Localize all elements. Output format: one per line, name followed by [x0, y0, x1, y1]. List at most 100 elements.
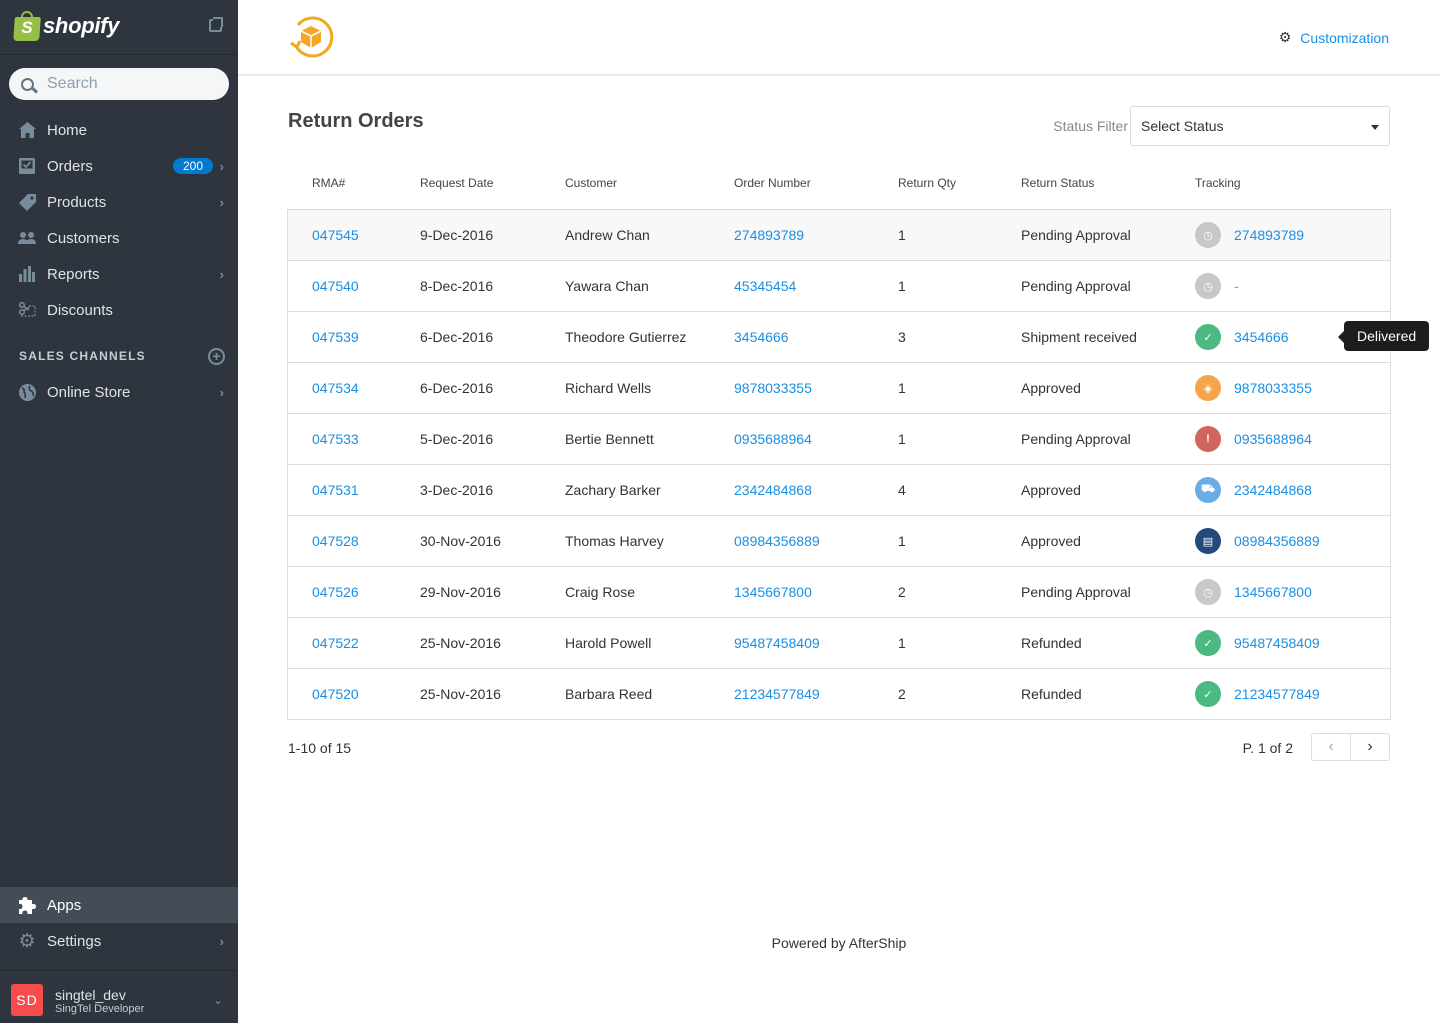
- customization-link[interactable]: ⚙ Customization: [1279, 29, 1389, 46]
- globe-icon: [18, 383, 36, 401]
- table-row[interactable]: 047531 3-Dec-2016 Zachary Barker 2342484868…: [288, 464, 1390, 515]
- return-status: Pending Approval: [1021, 584, 1131, 600]
- tracking-status-badge[interactable]: ◷: [1195, 273, 1221, 299]
- sidebar-item-discounts[interactable]: Discounts: [0, 292, 238, 328]
- rma-link[interactable]: 047545: [312, 227, 359, 243]
- rma-link[interactable]: 047540: [312, 278, 359, 294]
- request-date: 29-Nov-2016: [420, 584, 501, 600]
- return-status: Shipment received: [1021, 329, 1137, 345]
- sidebar-item-products[interactable]: Products ›: [0, 184, 238, 220]
- chevron-down-icon: ⌄: [212, 993, 223, 1007]
- tracking-number-link[interactable]: 274893789: [1234, 227, 1304, 243]
- rma-link[interactable]: 047522: [312, 635, 359, 651]
- chevron-left-icon: ‹: [1328, 738, 1334, 755]
- customer-name: Harold Powell: [565, 635, 652, 651]
- column-header-return-qty[interactable]: Return Qty: [898, 176, 956, 190]
- sidebar-item-label: Reports: [47, 265, 100, 283]
- previous-page-button[interactable]: ‹: [1312, 734, 1351, 760]
- order-number-link[interactable]: 3454666: [734, 329, 789, 345]
- table-row[interactable]: 047522 25-Nov-2016 Harold Powell 9548745840…: [288, 617, 1390, 668]
- order-number-link[interactable]: 274893789: [734, 227, 804, 243]
- order-number-link[interactable]: 08984356889: [734, 533, 820, 549]
- order-number-link[interactable]: 0935688964: [734, 431, 812, 447]
- customer-name: Barbara Reed: [565, 686, 653, 702]
- order-number-link[interactable]: 1345667800: [734, 584, 812, 600]
- tracking-status-badge[interactable]: ✓: [1195, 681, 1221, 707]
- customer-name: Theodore Gutierrez: [565, 329, 687, 345]
- rma-link[interactable]: 047531: [312, 482, 359, 498]
- tracking-number-link[interactable]: 08984356889: [1234, 533, 1320, 549]
- column-header-return-status[interactable]: Return Status: [1021, 176, 1094, 190]
- column-header-tracking[interactable]: Tracking: [1195, 176, 1241, 190]
- customers-icon: [18, 229, 36, 247]
- tracking-status-badge[interactable]: ◷: [1195, 579, 1221, 605]
- order-number-link[interactable]: 9878033355: [734, 380, 812, 396]
- sidebar-item-orders[interactable]: Orders 200 ›: [0, 148, 238, 184]
- chevron-right-icon: ›: [219, 194, 224, 210]
- sidebar-item-apps[interactable]: Apps: [0, 887, 238, 923]
- return-qty: 2: [898, 584, 906, 600]
- tracking-number-link[interactable]: 9878033355: [1234, 380, 1312, 396]
- column-header-rma[interactable]: RMA#: [312, 176, 345, 190]
- tracking-number-link[interactable]: 95487458409: [1234, 635, 1320, 651]
- bar-chart-icon: [18, 265, 36, 283]
- sidebar-item-online-store[interactable]: Online Store ›: [0, 374, 238, 410]
- table-row[interactable]: 047526 29-Nov-2016 Craig Rose 1345667800 2 Pe…: [288, 566, 1390, 617]
- rma-link[interactable]: 047534: [312, 380, 359, 396]
- search-input[interactable]: [47, 75, 207, 93]
- search-bar[interactable]: [9, 68, 229, 100]
- return-status: Approved: [1021, 533, 1081, 549]
- table-row[interactable]: 047545 9-Dec-2016 Andrew Chan 274893789 1 Pen…: [288, 210, 1390, 260]
- table-row[interactable]: 047534 6-Dec-2016 Richard Wells 9878033355 1…: [288, 362, 1390, 413]
- column-header-customer[interactable]: Customer: [565, 176, 617, 190]
- rma-link[interactable]: 047539: [312, 329, 359, 345]
- order-number-link[interactable]: 21234577849: [734, 686, 820, 702]
- table-row[interactable]: 047528 30-Nov-2016 Thomas Harvey 0898435688…: [288, 515, 1390, 566]
- aftership-returns-logo[interactable]: [288, 15, 334, 61]
- table-row[interactable]: 047540 8-Dec-2016 Yawara Chan 45345454 1 Pend…: [288, 260, 1390, 311]
- sidebar-item-home[interactable]: Home: [0, 112, 238, 148]
- order-number-link[interactable]: 95487458409: [734, 635, 820, 651]
- column-header-order-number[interactable]: Order Number: [734, 176, 811, 190]
- table-row[interactable]: 047539 6-Dec-2016 Theodore Gutierrez 345466…: [288, 311, 1390, 362]
- sidebar-item-label: Settings: [47, 932, 102, 950]
- tracking-status-badge[interactable]: ◈: [1195, 375, 1221, 401]
- rma-link[interactable]: 047520: [312, 686, 359, 702]
- status-filter-select[interactable]: Select Status: [1130, 106, 1390, 146]
- customer-name: Andrew Chan: [565, 227, 650, 243]
- order-number-link[interactable]: 2342484868: [734, 482, 812, 498]
- tracking-number-link[interactable]: 2342484868: [1234, 482, 1312, 498]
- table-row[interactable]: 047533 5-Dec-2016 Bertie Bennett 0935688964…: [288, 413, 1390, 464]
- tracking-number-link[interactable]: 3454666: [1234, 329, 1289, 345]
- order-number-link[interactable]: 45345454: [734, 278, 796, 294]
- tracking-status-badge[interactable]: ▤: [1195, 528, 1221, 554]
- tracking-status-badge[interactable]: ✓: [1195, 630, 1221, 656]
- tracking-status-badge[interactable]: ✓: [1195, 324, 1221, 350]
- chevron-right-icon: ›: [219, 933, 224, 949]
- tracking-status-badge[interactable]: ⛟: [1195, 477, 1221, 503]
- sidebar-item-settings[interactable]: ⚙ Settings ›: [0, 923, 238, 959]
- sidebar-item-customers[interactable]: Customers: [0, 220, 238, 256]
- tracking-status-badge[interactable]: ◷: [1195, 222, 1221, 248]
- caret-down-icon: [1371, 125, 1379, 130]
- user-account[interactable]: SD singtel_dev SingTel Developer ⌄: [0, 970, 238, 1023]
- next-page-button[interactable]: ›: [1351, 734, 1389, 760]
- column-header-request-date[interactable]: Request Date: [420, 176, 493, 190]
- tracking-number-link[interactable]: 1345667800: [1234, 584, 1312, 600]
- sidebar-item-label: Orders: [47, 157, 93, 175]
- rma-link[interactable]: 047526: [312, 584, 359, 600]
- request-date: 5-Dec-2016: [420, 431, 494, 447]
- orders-icon: [18, 157, 36, 175]
- rma-link[interactable]: 047533: [312, 431, 359, 447]
- add-channel-icon[interactable]: +: [208, 347, 225, 365]
- tracking-number-link[interactable]: 0935688964: [1234, 431, 1312, 447]
- return-status: Approved: [1021, 482, 1081, 498]
- shopify-logo[interactable]: S shopify: [13, 11, 119, 41]
- external-link-icon[interactable]: [209, 17, 223, 32]
- rma-link[interactable]: 047528: [312, 533, 359, 549]
- tracking-status-badge[interactable]: !: [1195, 426, 1221, 452]
- tracking-number-link[interactable]: 21234577849: [1234, 686, 1320, 702]
- sidebar-item-reports[interactable]: Reports ›: [0, 256, 238, 292]
- table-row[interactable]: 047520 25-Nov-2016 Barbara Reed 21234577849…: [288, 668, 1390, 719]
- return-qty: 4: [898, 482, 906, 498]
